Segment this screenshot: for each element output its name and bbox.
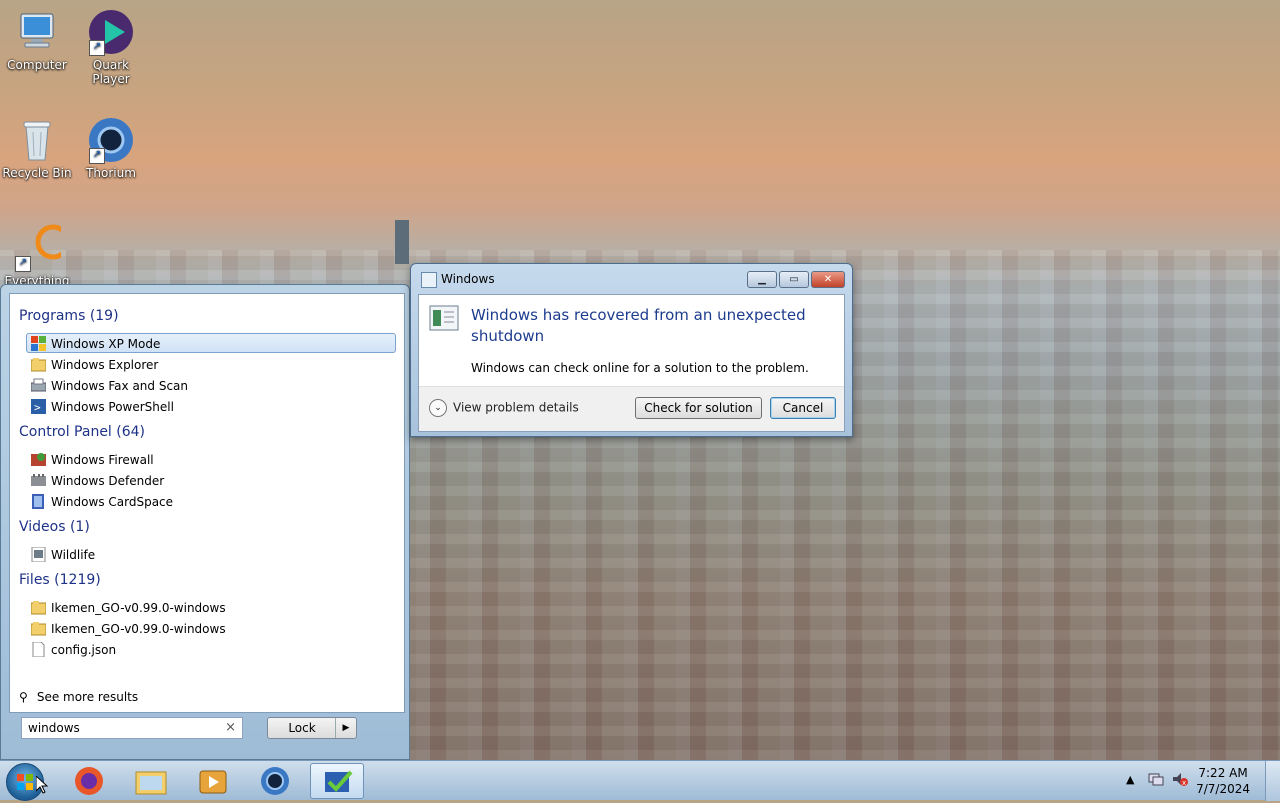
mouse-cursor-icon: [35, 774, 49, 797]
fax-scanner-icon: [30, 378, 47, 393]
check-for-solution-button[interactable]: Check for solution: [635, 397, 762, 419]
group-header-control-panel: Control Panel (64): [19, 424, 146, 440]
dialog-message: Windows can check online for a solution …: [471, 361, 809, 375]
close-button[interactable]: ✕: [811, 271, 845, 288]
shortcut-arrow-icon: ↗: [15, 256, 31, 272]
search-icon: ⚲: [19, 690, 28, 704]
see-more-results-link[interactable]: ⚲ See more results: [19, 690, 138, 704]
tray-overflow-arrow[interactable]: ▲: [1126, 773, 1134, 786]
view-problem-details-toggle[interactable]: ⌄ View problem details: [429, 399, 579, 417]
result-file-ikemen-2[interactable]: Ikemen_GO-v0.99.0-windows: [27, 619, 226, 639]
taskbar-active-app[interactable]: [310, 763, 364, 799]
group-header-videos: Videos (1): [19, 519, 90, 535]
taskbar-media-player[interactable]: [186, 763, 240, 799]
show-desktop-button[interactable]: [1265, 761, 1280, 801]
quark-player-icon: ↗: [87, 8, 135, 56]
group-header-files: Files (1219): [19, 572, 101, 588]
powershell-icon: >: [31, 399, 46, 414]
shortcut-arrow-icon: ↗: [89, 40, 105, 56]
minimize-button[interactable]: ▁: [747, 271, 777, 288]
result-windows-xp-mode[interactable]: Windows XP Mode: [26, 333, 396, 353]
taskbar-explorer[interactable]: [124, 763, 178, 799]
dialog-body: Windows has recovered from an unexpected…: [418, 294, 845, 432]
folder-icon: [135, 771, 167, 795]
desktop-icon-label: Quark Player: [92, 58, 130, 86]
desktop-icon-label: Computer: [7, 58, 67, 72]
result-windows-powershell[interactable]: > Windows PowerShell: [27, 397, 174, 417]
result-file-config-json[interactable]: config.json: [27, 640, 116, 660]
desktop-icon-thorium[interactable]: ↗ Thorium: [74, 116, 148, 180]
windows-app-icon: [421, 272, 437, 288]
network-icon[interactable]: [1148, 771, 1164, 790]
group-header-programs: Programs (19): [19, 308, 119, 324]
search-results-pane: Programs (19) Windows XP Mode Windows Ex…: [9, 293, 405, 713]
result-windows-fax-and-scan[interactable]: Windows Fax and Scan: [27, 376, 188, 396]
shortcut-arrow-icon: ↗: [89, 148, 105, 164]
computer-icon: [13, 8, 61, 56]
desktop-icon-computer[interactable]: Computer: [0, 8, 74, 72]
desktop-icon-recycle-bin[interactable]: Recycle Bin: [0, 116, 74, 180]
defender-icon: [31, 473, 46, 488]
chevron-down-icon: ⌄: [429, 399, 447, 417]
clear-search-icon[interactable]: ×: [225, 718, 236, 738]
maximize-button[interactable]: ▭: [779, 271, 809, 288]
start-menu: Programs (19) Windows XP Mode Windows Ex…: [0, 284, 410, 760]
thorium-icon: ↗: [87, 116, 135, 164]
taskbar: ▲ x 7:22 AM 7/7/2024: [0, 760, 1280, 801]
error-report-icon: [429, 305, 459, 331]
result-windows-defender[interactable]: Windows Defender: [27, 471, 164, 491]
start-search-input[interactable]: windows ×: [21, 717, 243, 739]
system-clock[interactable]: 7:22 AM 7/7/2024: [1196, 765, 1250, 797]
desktop-icon-quark-player[interactable]: ↗ Quark Player: [74, 8, 148, 86]
firewall-icon: [31, 452, 46, 467]
svg-text:>: >: [34, 401, 41, 414]
folder-icon: [30, 621, 47, 636]
desktop-icon-label: Thorium: [86, 166, 136, 180]
result-wildlife[interactable]: Wildlife: [27, 545, 95, 565]
thorium-icon: [261, 767, 289, 795]
volume-muted-icon[interactable]: x: [1172, 771, 1188, 790]
result-file-ikemen-1[interactable]: Ikemen_GO-v0.99.0-windows: [27, 598, 226, 618]
folder-explorer-icon: [30, 357, 47, 372]
cardspace-icon: [31, 494, 46, 509]
recycle-bin-icon: [13, 116, 61, 164]
everything-icon: ↗: [13, 224, 74, 272]
desktop-icon-everything[interactable]: ↗ Everything: [0, 224, 74, 284]
svg-text:x: x: [1182, 779, 1186, 787]
result-windows-explorer[interactable]: Windows Explorer: [27, 355, 158, 375]
wallpaper-tower: [395, 220, 409, 264]
lock-button[interactable]: Lock ▶: [267, 717, 357, 739]
cancel-button[interactable]: Cancel: [770, 397, 836, 419]
result-windows-cardspace[interactable]: Windows CardSpace: [27, 492, 173, 512]
video-file-icon: [31, 546, 46, 563]
folder-icon: [30, 600, 47, 615]
checkmark-app-icon: [325, 770, 353, 792]
desktop-icon-label: Recycle Bin: [2, 166, 72, 180]
windows-xp-mode-icon: [31, 336, 46, 351]
taskbar-thorium[interactable]: [248, 763, 302, 799]
document-icon: [31, 641, 46, 658]
firefox-icon: [75, 767, 103, 795]
power-options-arrow-icon[interactable]: ▶: [335, 718, 356, 738]
taskbar-firefox[interactable]: [62, 763, 116, 799]
dialog-footer: ⌄ View problem details Check for solution…: [419, 386, 844, 431]
media-player-icon: [199, 770, 227, 794]
desktop-icon-label: Everything: [4, 274, 70, 284]
recovery-dialog: Windows ▁ ▭ ✕ Windows has recovered from…: [410, 263, 853, 437]
dialog-title: Windows: [441, 272, 495, 286]
dialog-heading: Windows has recovered from an unexpected…: [471, 306, 806, 345]
result-windows-firewall[interactable]: Windows Firewall: [27, 450, 154, 470]
